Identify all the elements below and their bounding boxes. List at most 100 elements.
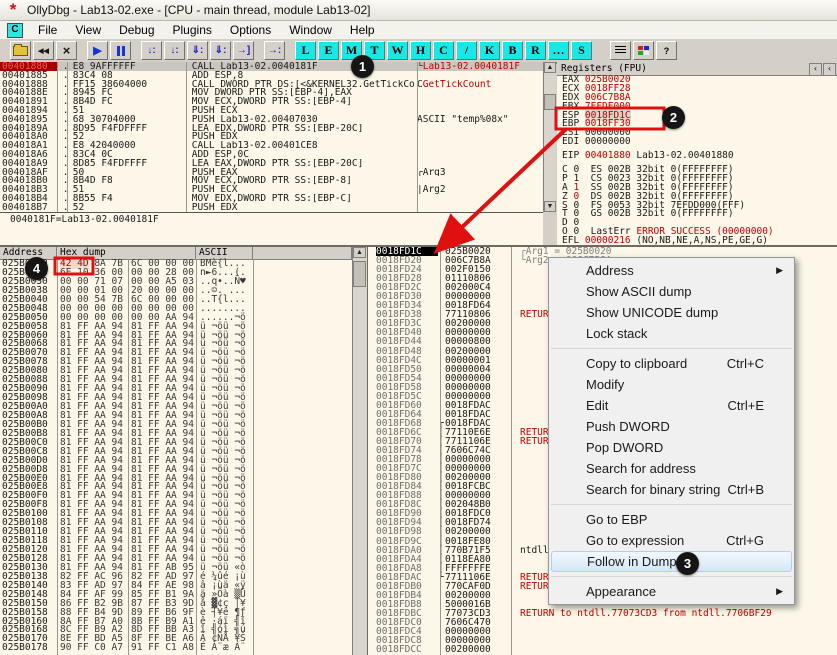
disasm-flag: .: [57, 97, 67, 106]
disasm-row[interactable]: 004018A9 . 8D85 F4FDFFFF LEA EAX,DWORD P…: [0, 159, 543, 168]
register-line[interactable]: EFL 00000216 (NO,NB,NE,A,NS,PE,GE,G): [557, 237, 837, 245]
disasm-row[interactable]: 00401894 . 51 PUSH ECX: [0, 106, 543, 115]
menu-item-help[interactable]: Help: [341, 22, 384, 38]
stack-row[interactable]: 0018FDCC00200000: [368, 645, 837, 654]
context-menu-item-search-for-binary-string[interactable]: Search for binary stringCtrl+B: [551, 479, 792, 500]
disasm-row[interactable]: 004018B0 . 8B4D F8 MOV ECX,DWORD PTR SS:…: [0, 176, 543, 185]
context-menu-item-follow-in-dump[interactable]: Follow in Dump: [551, 551, 792, 572]
stack-row[interactable]: 0018FDC800000000: [368, 636, 837, 645]
animate-into-button[interactable]: ⇓:: [187, 41, 208, 60]
step-into-button[interactable]: ↓:: [141, 41, 162, 60]
view-button-L[interactable]: L: [295, 41, 316, 60]
menu-item-window[interactable]: Window: [280, 22, 341, 38]
disasm-address: 004018B3: [0, 185, 57, 194]
context-menu-item-push-dword[interactable]: Push DWORD: [551, 416, 792, 437]
disasm-row[interactable]: 00401895 . 68 30704000 PUSH Lab13-02.004…: [0, 115, 543, 124]
scroll-up-icon[interactable]: ▲: [544, 62, 556, 73]
disassembly-pane[interactable]: 00401880 . E8 9AFFFFFF CALL Lab13-02.004…: [0, 62, 543, 213]
menu-item-file[interactable]: File: [29, 22, 66, 38]
disasm-bytes: FF15 38604000: [67, 80, 186, 89]
scrollbar-thumb[interactable]: [544, 94, 556, 110]
view-button-W[interactable]: W: [387, 41, 408, 60]
context-menu-item-appearance[interactable]: Appearance▶: [551, 581, 792, 602]
column-divider: [57, 62, 58, 212]
view-button-K[interactable]: K: [479, 41, 500, 60]
pane-nav-left-icon[interactable]: ‹: [823, 63, 836, 76]
disasm-row[interactable]: 00401885 . 83C4 08 ADD ESP,8: [0, 71, 543, 80]
open-file-button[interactable]: [10, 41, 31, 60]
register-line[interactable]: EDI 00000000: [557, 138, 837, 147]
execute-till-return-button[interactable]: →]: [233, 41, 254, 60]
disasm-row[interactable]: 004018B3 . 51 PUSH ECX│Arg2: [0, 185, 543, 194]
context-menu-item-search-for-address[interactable]: Search for address: [551, 458, 792, 479]
view-button-B[interactable]: B: [502, 41, 523, 60]
disasm-address: 004018B4: [0, 194, 57, 203]
windows-list-button[interactable]: [610, 41, 631, 60]
menu-item-view[interactable]: View: [66, 22, 110, 38]
menu-item-options[interactable]: Options: [221, 22, 280, 38]
stack-row[interactable]: 0018FDC400000000: [368, 627, 837, 636]
pane-nav-left-icon[interactable]: ‹: [809, 63, 822, 76]
disasm-row[interactable]: 00401891 . 8B4D FC MOV ECX,DWORD PTR SS:…: [0, 97, 543, 106]
pause-button[interactable]: [110, 41, 131, 60]
view-button-H[interactable]: H: [410, 41, 431, 60]
view-button-slash[interactable]: /: [456, 41, 477, 60]
help-button[interactable]: ?: [656, 41, 677, 60]
scroll-down-icon[interactable]: ▼: [544, 201, 556, 212]
view-button-R[interactable]: R: [525, 41, 546, 60]
register-line[interactable]: EIP 00401880 Lab13-02.00401880: [557, 152, 837, 161]
disasm-row[interactable]: 00401888 . FF15 38604000 CALL DWORD PTR …: [0, 80, 543, 89]
run-button[interactable]: ▶: [87, 41, 108, 60]
view-button-S[interactable]: S: [571, 41, 592, 60]
disasm-bytes: 51: [67, 185, 186, 194]
view-button-C[interactable]: C: [433, 41, 454, 60]
disasm-flag: .: [57, 185, 67, 194]
context-menu-item-pop-dword[interactable]: Pop DWORD: [551, 437, 792, 458]
dump-row[interactable]: 025B017890 FF C0 A791 FF C1 A8É À¨æ Á¨: [0, 643, 352, 652]
context-menu-item-address[interactable]: Address▶: [551, 260, 792, 281]
stack-row[interactable]: 0018FDC07606C470: [368, 618, 837, 627]
menu-item-debug[interactable]: Debug: [110, 22, 163, 38]
disasm-row[interactable]: 004018AF . 50 PUSH EAX┌Arg3: [0, 168, 543, 177]
context-menu-item-go-to-ebp[interactable]: Go to EBP: [551, 509, 792, 530]
hex-dump-pane[interactable]: Address Hex dump ASCII 025B002042 4D 8A …: [0, 247, 352, 655]
view-button-dots[interactable]: …: [548, 41, 569, 60]
column-divider: [186, 62, 187, 212]
dump-scrollbar[interactable]: ▲: [352, 247, 367, 655]
disasm-row[interactable]: 0040189A . 8D95 F4FDFFFF LEA EDX,DWORD P…: [0, 124, 543, 133]
disasm-row[interactable]: 004018B7 . 52 PUSH EDX: [0, 203, 543, 212]
disasm-comment: [417, 194, 543, 203]
close-button[interactable]: ×: [56, 41, 77, 60]
disasm-comment: ┌Arg3: [417, 168, 543, 177]
step-over-button[interactable]: ↓:: [164, 41, 185, 60]
restart-button[interactable]: ◀◀: [33, 41, 54, 60]
go-to-address-button[interactable]: →:: [264, 41, 285, 60]
context-menu-item-show-ascii-dump[interactable]: Show ASCII dump: [551, 281, 792, 302]
context-menu-item-modify[interactable]: Modify: [551, 374, 792, 395]
disasm-row[interactable]: 00401880 . E8 9AFFFFFF CALL Lab13-02.004…: [0, 62, 543, 71]
disasm-row[interactable]: 004018A1 . E8 42040000 CALL Lab13-02.004…: [0, 141, 543, 150]
ollydbg-icon: *: [5, 3, 21, 17]
animate-over-button[interactable]: ⇓:: [210, 41, 231, 60]
context-menu-item-show-unicode-dump[interactable]: Show UNICODE dump: [551, 302, 792, 323]
disasm-bytes: 52: [67, 132, 186, 141]
disasm-row[interactable]: 0040188E . 8945 FC MOV DWORD PTR SS:[EBP…: [0, 88, 543, 97]
stack-row[interactable]: 0018FDBC77073CD3RETURN to ntdll.77073CD3…: [368, 609, 837, 618]
disasm-row[interactable]: 004018A6 . 83C4 0C ADD ESP,0C: [0, 150, 543, 159]
disasm-row[interactable]: 004018B4 . 8B55 F4 MOV EDX,DWORD PTR SS:…: [0, 194, 543, 203]
register-line[interactable]: T 0 GS 002B 32bit 0(FFFFFFFF): [557, 210, 837, 219]
context-menu-item-lock-stack[interactable]: Lock stack: [551, 323, 792, 344]
scrollbar-thumb[interactable]: [353, 261, 366, 287]
menu-item-plugins[interactable]: Plugins: [164, 22, 221, 38]
registers-pane[interactable]: Registers (FPU) ‹ ‹ EAX 025B0020ECX 0018…: [557, 62, 837, 245]
view-button-E[interactable]: E: [318, 41, 339, 60]
disassembly-scrollbar[interactable]: ▲ ▼: [543, 62, 556, 212]
appearance-colors-button[interactable]: [633, 41, 654, 60]
context-menu-item-edit[interactable]: EditCtrl+E: [551, 395, 792, 416]
context-menu-item-go-to-expression[interactable]: Go to expressionCtrl+G: [551, 530, 792, 551]
scroll-up-icon[interactable]: ▲: [353, 247, 366, 258]
cpu-window-icon[interactable]: C: [7, 23, 23, 38]
disasm-row[interactable]: 004018A0 . 52 PUSH EDX: [0, 132, 543, 141]
disasm-comment: [417, 106, 543, 115]
context-menu-item-copy-to-clipboard[interactable]: Copy to clipboardCtrl+C: [551, 353, 792, 374]
